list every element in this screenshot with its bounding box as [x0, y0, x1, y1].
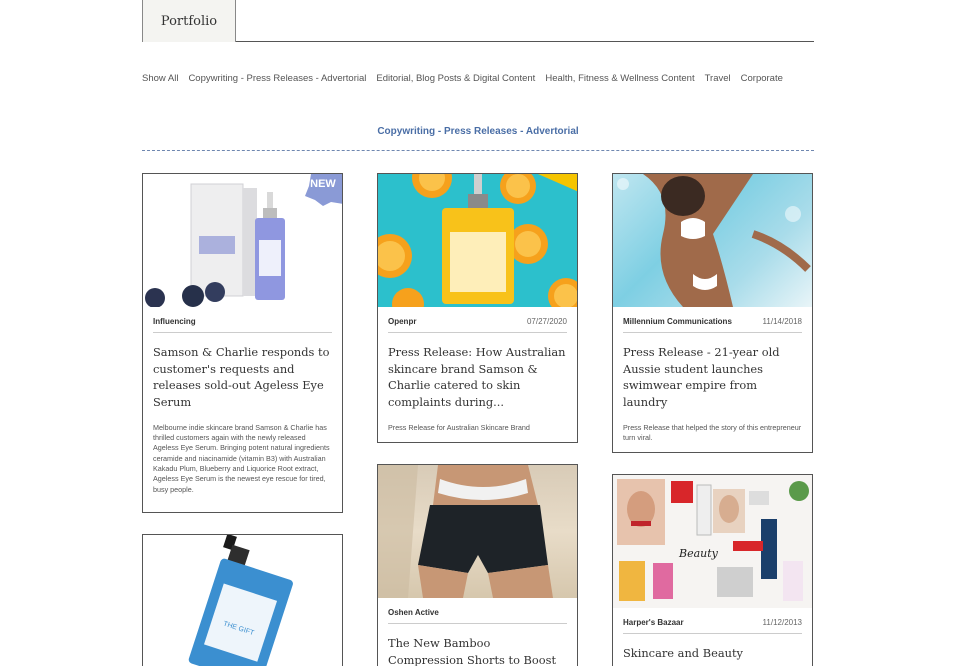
beauty-masthead-text: Beauty — [678, 547, 719, 560]
card-meta: Influencing — [153, 317, 332, 333]
card-source: Harper's Bazaar — [623, 618, 684, 627]
portfolio-card[interactable]: Openpr 07/27/2020 Press Release: How Aus… — [377, 173, 578, 443]
filter-show-all[interactable]: Show All — [142, 73, 178, 84]
swimwear-photo — [613, 174, 812, 307]
card-meta: Openpr 07/27/2020 — [388, 317, 567, 333]
card-meta: Millennium Communications 11/14/2018 — [623, 317, 802, 333]
card-source: Influencing — [153, 317, 196, 326]
card-source: Millennium Communications — [623, 317, 732, 326]
card-date: 07/27/2020 — [526, 317, 567, 326]
card-title[interactable]: Skincare and Beauty — [623, 645, 802, 662]
card-source: Openpr — [388, 317, 417, 326]
card-title[interactable]: Press Release: How Australian skincare b… — [388, 344, 567, 411]
card-excerpt: Melbourne indie skincare brand Samson & … — [153, 422, 330, 494]
new-badge-text: NEW — [310, 178, 336, 190]
section-divider — [142, 150, 814, 151]
section-title: Copywriting - Press Releases - Advertori… — [377, 126, 579, 137]
vibrant-c-facial-oil-image — [378, 174, 577, 307]
card-source: Oshen Active — [388, 608, 439, 617]
gift-facial-oil-image: THE GIFT — [143, 535, 342, 666]
ageless-eye-serum-image: NEW — [143, 174, 342, 307]
portfolio-card[interactable]: Millennium Communications 11/14/2018 Pre… — [612, 173, 813, 453]
filter-copywriting[interactable]: Copywriting - Press Releases - Advertori… — [188, 73, 366, 84]
portfolio-card[interactable]: Beauty Harper's Bazaar 11/12/2013 Skinca… — [612, 474, 813, 666]
card-meta: Oshen Active — [388, 608, 567, 624]
card-title[interactable]: Samson & Charlie responds to customer's … — [153, 344, 332, 411]
card-date: 11/14/2018 — [762, 317, 802, 326]
card-date: 11/12/2013 — [762, 618, 802, 627]
tab-portfolio[interactable]: Portfolio — [142, 0, 236, 42]
portfolio-card[interactable]: THE GIFT — [142, 534, 343, 666]
filter-corporate[interactable]: Corporate — [741, 73, 783, 84]
portfolio-card[interactable]: NEW Influencing Samson & Charlie respond… — [142, 173, 343, 513]
card-excerpt: Press Release for Australian Skincare Br… — [388, 422, 530, 432]
card-title[interactable]: Press Release - 21-year old Aussie stude… — [623, 344, 802, 411]
harpers-bazaar-collage: Beauty — [613, 475, 812, 608]
filter-health[interactable]: Health, Fitness & Wellness Content — [545, 73, 694, 84]
portfolio-tab-bar: Portfolio — [142, 0, 814, 42]
card-excerpt: Press Release that helped the story of t… — [623, 422, 802, 443]
filter-editorial[interactable]: Editorial, Blog Posts & Digital Content — [376, 73, 535, 84]
card-title[interactable]: The New Bamboo Compression Shorts to Boo… — [388, 635, 567, 666]
compression-shorts-photo — [378, 465, 577, 598]
category-filters: Show All Copywriting - Press Releases - … — [142, 73, 783, 84]
card-meta: Harper's Bazaar 11/12/2013 — [623, 618, 802, 634]
portfolio-card[interactable]: Oshen Active The New Bamboo Compression … — [377, 464, 578, 666]
filter-travel[interactable]: Travel — [705, 73, 731, 84]
